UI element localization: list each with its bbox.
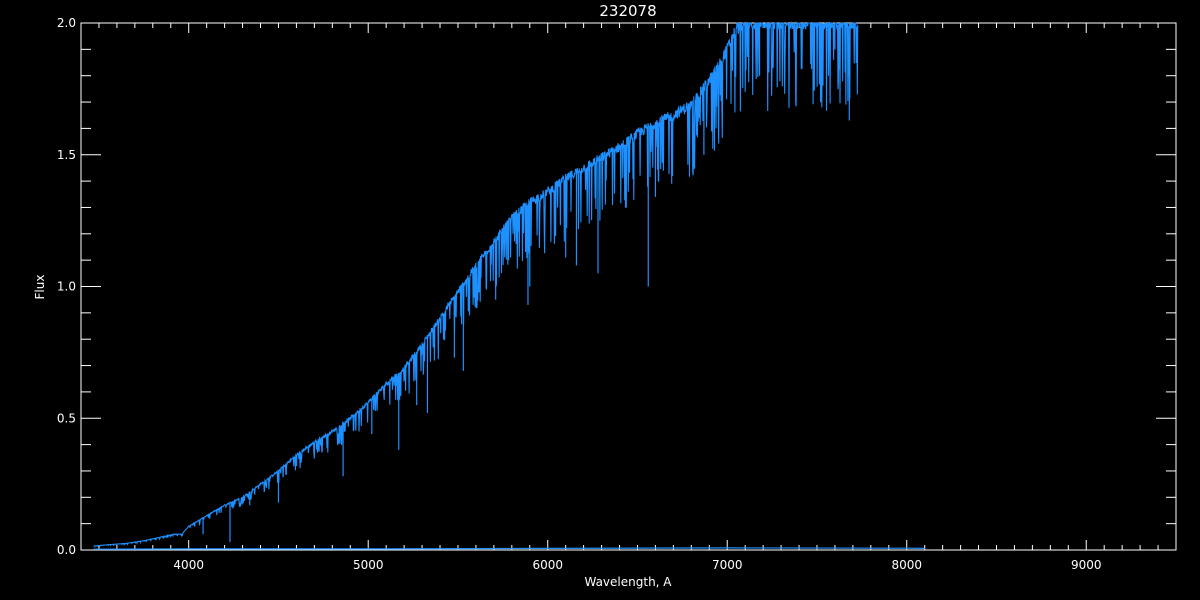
y-tick-label: 0.5 xyxy=(57,411,76,425)
y-tick-label: 0.0 xyxy=(57,543,76,557)
x-tick-label: 8000 xyxy=(891,558,922,572)
x-tick-label: 6000 xyxy=(532,558,563,572)
spectrum-chart: 4000 5000 6000 7000 8000 9000 0.0 0.5 1.0 1.5 2.0… xyxy=(33,2,1177,589)
chart-title: 232078 xyxy=(599,2,656,20)
y-axis-ticks: 0.0 0.5 1.0 1.5 2.0 xyxy=(57,16,1176,557)
x-tick-label: 9000 xyxy=(1071,558,1102,572)
x-axis-title: Wavelength, A xyxy=(584,575,672,589)
spectrum-line xyxy=(93,20,859,548)
series-group xyxy=(93,20,925,550)
y-tick-label: 1.5 xyxy=(57,148,76,162)
x-tick-label: 5000 xyxy=(353,558,384,572)
baseline-line xyxy=(93,547,925,550)
y-axis-title: Flux xyxy=(33,275,47,300)
y-tick-label: 2.0 xyxy=(57,16,76,30)
x-tick-label: 4000 xyxy=(173,558,204,572)
plot-frame xyxy=(80,22,1177,551)
x-tick-label: 7000 xyxy=(712,558,743,572)
y-tick-label: 1.0 xyxy=(57,280,76,294)
x-axis-ticks: 4000 5000 6000 7000 8000 9000 xyxy=(98,23,1177,572)
